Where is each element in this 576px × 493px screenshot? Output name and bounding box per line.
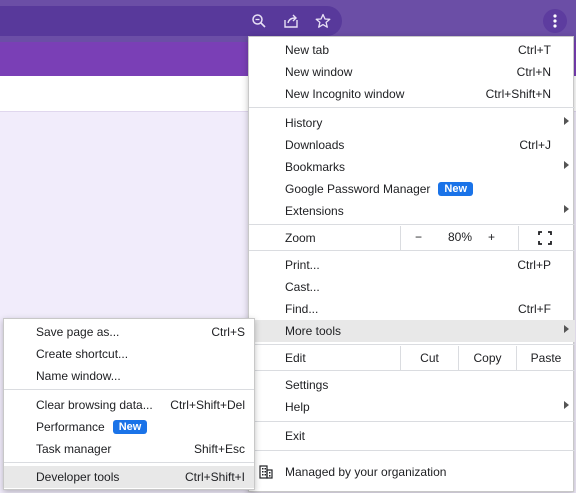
building-icon bbox=[259, 465, 273, 482]
menu-item-edit: Edit Cut Copy Paste bbox=[249, 346, 575, 370]
menu-separator bbox=[249, 224, 575, 225]
chrome-main-menu: New tab Ctrl+T New window Ctrl+N New Inc… bbox=[248, 36, 575, 492]
zoom-level: 80% bbox=[448, 230, 473, 244]
menu-item-label: Exit bbox=[285, 429, 306, 443]
menu-item-exit[interactable]: Exit bbox=[249, 425, 575, 447]
menu-item-history[interactable]: History bbox=[249, 112, 575, 134]
menu-item-extensions[interactable]: Extensions bbox=[249, 200, 575, 222]
menu-item-more-tools[interactable]: More tools bbox=[249, 320, 575, 342]
zoom-controls: − 80% + bbox=[400, 226, 518, 250]
menu-item-shortcut: Ctrl+T bbox=[518, 43, 551, 57]
menu-item-label: Bookmarks bbox=[285, 160, 346, 174]
menu-item-label: Edit bbox=[285, 351, 306, 365]
submenu-item-shortcut: Ctrl+Shift+I bbox=[184, 470, 245, 484]
submenu-arrow-icon bbox=[564, 205, 569, 213]
submenu-item-label-wrap: Performance New bbox=[36, 420, 148, 435]
menu-item-bookmarks[interactable]: Bookmarks bbox=[249, 156, 575, 178]
submenu-item-name-window[interactable]: Name window... bbox=[4, 365, 254, 387]
share-icon[interactable] bbox=[281, 11, 301, 31]
menu-item-label: Zoom bbox=[285, 231, 316, 245]
submenu-item-label: Developer tools bbox=[36, 470, 120, 484]
submenu-arrow-icon bbox=[564, 117, 569, 125]
menu-item-label: Help bbox=[285, 400, 310, 414]
menu-item-shortcut: Ctrl+J bbox=[519, 138, 551, 152]
zoom-in-button[interactable]: + bbox=[488, 230, 495, 244]
submenu-arrow-icon bbox=[564, 401, 569, 409]
submenu-item-label: Clear browsing data... bbox=[36, 398, 153, 412]
paste-button[interactable]: Paste bbox=[516, 346, 575, 370]
submenu-item-label: Save page as... bbox=[36, 325, 120, 339]
submenu-item-task-manager[interactable]: Task manager Shift+Esc bbox=[4, 438, 254, 460]
menu-item-settings[interactable]: Settings bbox=[249, 374, 575, 396]
menu-item-shortcut: Ctrl+F bbox=[518, 302, 551, 316]
submenu-item-shortcut: Shift+Esc bbox=[193, 442, 245, 456]
menu-item-new-window[interactable]: New window Ctrl+N bbox=[249, 61, 575, 83]
menu-item-label: New window bbox=[285, 65, 353, 79]
submenu-arrow-icon bbox=[564, 161, 569, 169]
menu-item-label: Settings bbox=[285, 378, 329, 392]
menu-item-label-wrap: Google Password Manager New bbox=[285, 182, 474, 197]
submenu-item-performance[interactable]: Performance New bbox=[4, 416, 254, 438]
menu-item-label: Extensions bbox=[285, 204, 344, 218]
menu-item-label: Cast... bbox=[285, 280, 320, 294]
menu-item-shortcut: Ctrl+P bbox=[517, 258, 551, 272]
menu-item-label: Managed by your organization bbox=[285, 465, 447, 479]
submenu-separator bbox=[4, 389, 254, 390]
menu-item-print[interactable]: Print... Ctrl+P bbox=[249, 254, 575, 276]
fullscreen-icon bbox=[538, 231, 552, 248]
submenu-arrow-icon bbox=[564, 325, 569, 333]
submenu-item-label: Name window... bbox=[36, 369, 121, 383]
menu-item-cast[interactable]: Cast... bbox=[249, 276, 575, 298]
cut-button[interactable]: Cut bbox=[400, 346, 458, 370]
menu-separator bbox=[249, 250, 575, 251]
zoom-out-button[interactable]: − bbox=[415, 230, 422, 244]
submenu-separator bbox=[4, 462, 254, 463]
menu-item-password-manager[interactable]: Google Password Manager New bbox=[249, 178, 575, 200]
menu-separator bbox=[249, 107, 575, 108]
zoom-icon[interactable] bbox=[249, 11, 269, 31]
menu-item-label: More tools bbox=[285, 324, 342, 338]
menu-item-label: Print... bbox=[285, 258, 320, 272]
new-badge: New bbox=[438, 182, 474, 196]
fullscreen-button[interactable] bbox=[518, 226, 575, 250]
submenu-item-label: Task manager bbox=[36, 442, 112, 456]
more-tools-submenu: Save page as... Ctrl+S Create shortcut..… bbox=[3, 318, 255, 490]
submenu-item-create-shortcut[interactable]: Create shortcut... bbox=[4, 343, 254, 365]
menu-item-new-incognito[interactable]: New Incognito window Ctrl+Shift+N bbox=[249, 83, 575, 105]
menu-item-label: History bbox=[285, 116, 323, 130]
menu-item-label: Find... bbox=[285, 302, 319, 316]
menu-item-help[interactable]: Help bbox=[249, 396, 575, 418]
menu-item-label: New tab bbox=[285, 43, 330, 57]
submenu-item-save-page[interactable]: Save page as... Ctrl+S bbox=[4, 321, 254, 343]
copy-button[interactable]: Copy bbox=[458, 346, 516, 370]
kebab-menu-icon[interactable] bbox=[543, 9, 567, 33]
menu-item-label: New Incognito window bbox=[285, 87, 405, 101]
menu-separator bbox=[249, 450, 575, 451]
menu-item-shortcut: Ctrl+N bbox=[516, 65, 551, 79]
submenu-item-label: Performance bbox=[36, 420, 105, 434]
menu-separator bbox=[249, 421, 575, 422]
menu-item-shortcut: Ctrl+Shift+N bbox=[485, 87, 551, 101]
new-badge: New bbox=[112, 420, 148, 434]
menu-separator bbox=[249, 370, 575, 371]
submenu-item-clear-browsing[interactable]: Clear browsing data... Ctrl+Shift+Del bbox=[4, 394, 254, 416]
submenu-item-shortcut: Ctrl+Shift+Del bbox=[170, 398, 245, 412]
menu-item-new-tab[interactable]: New tab Ctrl+T bbox=[249, 39, 575, 61]
menu-item-find[interactable]: Find... Ctrl+F bbox=[249, 298, 575, 320]
menu-item-label: Google Password Manager bbox=[285, 182, 431, 196]
submenu-item-shortcut: Ctrl+S bbox=[211, 325, 245, 339]
submenu-item-developer-tools[interactable]: Developer tools Ctrl+Shift+I bbox=[4, 466, 254, 488]
menu-item-zoom: Zoom − 80% + bbox=[249, 226, 575, 250]
menu-item-label: Downloads bbox=[285, 138, 345, 152]
menu-item-managed[interactable]: Managed by your organization bbox=[249, 461, 575, 483]
menu-item-downloads[interactable]: Downloads Ctrl+J bbox=[249, 134, 575, 156]
bookmark-star-icon[interactable] bbox=[313, 11, 333, 31]
menu-separator bbox=[249, 344, 575, 345]
submenu-item-label: Create shortcut... bbox=[36, 347, 129, 361]
